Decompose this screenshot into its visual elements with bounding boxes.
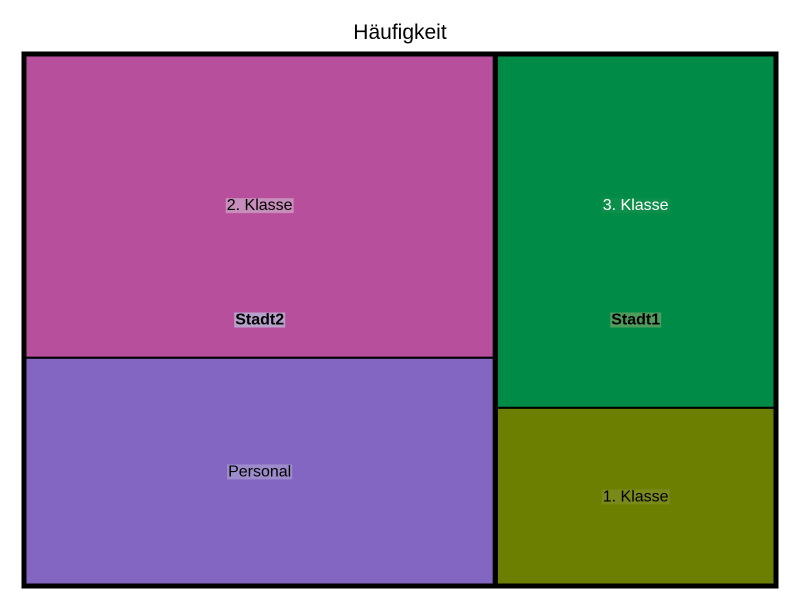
leaf-3-klasse-label-group: 3. Klasse (601, 197, 670, 214)
leaf-2-klasse-label: 2. Klasse (227, 197, 293, 214)
leaf-personal-label-group: Personal (227, 463, 293, 480)
treemap-chart: 2. Klasse Personal 3. Klasse 1. Klasse Stadt… (21, 51, 779, 589)
leaf-3-klasse-label: 3. Klasse (603, 197, 669, 214)
leaf-personal-label: Personal (228, 463, 291, 480)
group-stadt1-label: Stadt1 (611, 312, 660, 329)
group-stadt2-label: Stadt2 (235, 312, 284, 329)
leaf-1-klasse-label: 1. Klasse (603, 488, 669, 505)
leaf-1-klasse-label-group: 1. Klasse (601, 488, 670, 505)
group-stadt2-label-group: Stadt2 (234, 312, 286, 329)
leaf-2-klasse-label-group: 2. Klasse (225, 197, 294, 214)
treemap-tile-3-klasse (494, 53, 777, 409)
group-stadt1-label-group: Stadt1 (610, 312, 662, 329)
